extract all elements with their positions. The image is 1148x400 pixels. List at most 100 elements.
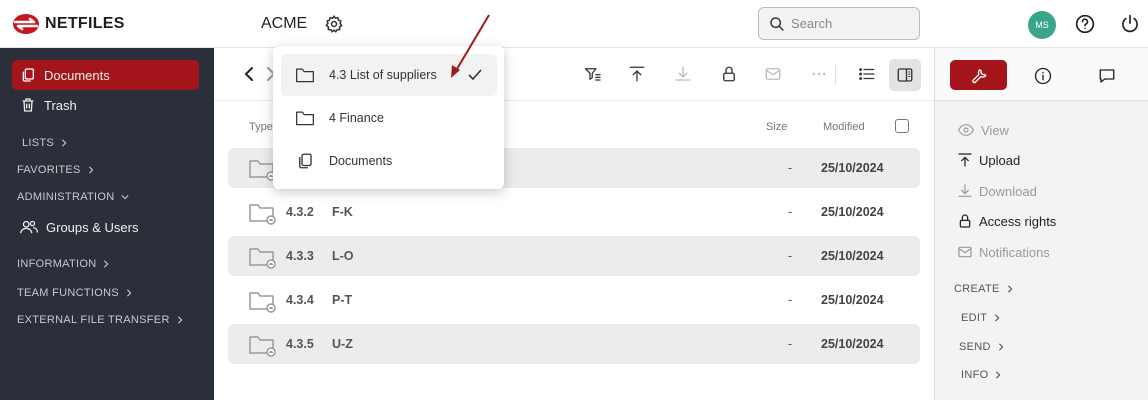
mail-icon[interactable]: [764, 65, 782, 83]
folder-notification-icon: [249, 336, 276, 357]
lock-icon[interactable]: [720, 65, 738, 83]
help-icon[interactable]: [1075, 14, 1095, 34]
view-action[interactable]: View: [957, 122, 1009, 138]
table-row[interactable]: 4.3.3 L-O - 25/10/2024: [228, 236, 920, 276]
filter-icon[interactable]: [584, 65, 602, 83]
chevron-right-icon: [62, 139, 67, 147]
section-label: INFORMATION: [17, 258, 97, 270]
more-icon[interactable]: [810, 65, 828, 83]
sidebar: Documents Trash LISTS FAVORITES ADMINIST…: [0, 48, 214, 400]
section-label: LISTS: [22, 137, 55, 149]
mail-icon: [958, 246, 972, 258]
sidebar-item-groups-users[interactable]: Groups & Users: [12, 212, 199, 242]
section-label: TEAM FUNCTIONS: [17, 287, 119, 299]
logo[interactable]: NETFILES: [12, 13, 125, 35]
section-label: CREATE: [954, 283, 1000, 295]
section-label: FAVORITES: [17, 164, 81, 176]
column-type[interactable]: Type: [249, 121, 273, 133]
sidebar-item-documents[interactable]: Documents: [12, 60, 199, 90]
sidebar-item-label: Documents: [44, 67, 110, 83]
tab-info[interactable]: [1034, 67, 1052, 85]
row-size: -: [788, 293, 793, 307]
company-name[interactable]: ACME: [261, 15, 307, 33]
section-send[interactable]: SEND: [959, 341, 1005, 353]
table-row[interactable]: 4.3.5 U-Z - 25/10/2024: [228, 324, 920, 364]
column-size[interactable]: Size: [766, 121, 787, 133]
search-box[interactable]: [758, 7, 920, 40]
upload-icon[interactable]: [628, 65, 646, 83]
action-label: Access rights: [979, 213, 1057, 229]
back-icon[interactable]: [242, 66, 256, 82]
documents-icon: [299, 153, 312, 169]
table-row[interactable]: 4.3.2 F-K - 25/10/2024: [228, 192, 920, 232]
row-size: -: [788, 205, 793, 219]
action-label: Notifications: [979, 244, 1050, 260]
row-modified: 25/10/2024: [821, 205, 884, 219]
row-size: -: [788, 249, 793, 263]
access-rights-action[interactable]: Access rights: [957, 213, 1056, 229]
dropdown-item-finance[interactable]: 4 Finance: [281, 97, 497, 139]
sidebar-section-team-functions[interactable]: TEAM FUNCTIONS: [17, 287, 133, 299]
wrench-icon: [971, 69, 986, 84]
dropdown-item-label: 4 Finance: [329, 111, 384, 125]
upload-icon: [958, 153, 972, 167]
sidebar-section-external-file-transfer[interactable]: EXTERNAL FILE TRANSFER: [17, 314, 184, 326]
tab-tools[interactable]: [950, 60, 1007, 90]
search-icon: [770, 16, 784, 31]
table-row[interactable]: 4.3.4 P-T - 25/10/2024: [228, 280, 920, 320]
chevron-right-icon: [104, 260, 109, 268]
tab-comments[interactable]: [1098, 67, 1116, 85]
row-modified: 25/10/2024: [821, 161, 884, 175]
action-label: View: [981, 122, 1009, 138]
dropdown-item-documents[interactable]: Documents: [281, 140, 497, 182]
sidebar-section-information[interactable]: INFORMATION: [17, 258, 110, 270]
eye-icon: [958, 124, 974, 136]
upload-action[interactable]: Upload: [957, 152, 1020, 168]
chevron-right-icon: [998, 343, 1004, 351]
users-icon: [20, 220, 38, 234]
sidebar-section-administration[interactable]: ADMINISTRATION: [17, 191, 129, 203]
section-create[interactable]: CREATE: [954, 283, 1014, 295]
section-edit[interactable]: EDIT: [961, 312, 1001, 324]
row-name: P-T: [332, 293, 353, 307]
avatar[interactable]: MS: [1028, 11, 1056, 39]
right-panel-tabs: [935, 48, 1148, 101]
sidebar-section-lists[interactable]: LISTS: [22, 137, 68, 149]
dropdown-item-label: 4.3 List of suppliers: [329, 68, 437, 82]
gear-icon[interactable]: [324, 14, 344, 34]
chevron-right-icon: [996, 371, 1001, 379]
netfiles-logo-icon: [13, 14, 39, 34]
row-size: -: [788, 337, 793, 351]
panel-toggle-button[interactable]: [889, 59, 921, 91]
comment-icon: [1099, 69, 1115, 83]
section-info[interactable]: INFO: [961, 369, 1002, 381]
sidebar-item-label: Trash: [44, 97, 77, 113]
power-icon[interactable]: [1120, 14, 1140, 34]
row-number: 4.3.3: [286, 249, 314, 263]
lock-icon: [959, 214, 971, 228]
download-action[interactable]: Download: [957, 183, 1037, 199]
annotation-arrow-icon: [451, 14, 490, 78]
chevron-right-icon: [177, 316, 183, 324]
folder-notification-icon: [249, 248, 276, 269]
section-label: EDIT: [961, 312, 988, 324]
sidebar-item-trash[interactable]: Trash: [12, 90, 199, 120]
documents-icon: [22, 68, 34, 82]
chevron-down-icon: [120, 195, 129, 200]
column-modified[interactable]: Modified: [823, 121, 865, 133]
notifications-action[interactable]: Notifications: [957, 244, 1050, 260]
top-bar: NETFILES ACME MS: [0, 0, 1148, 48]
search-input[interactable]: [791, 16, 911, 31]
section-label: SEND: [959, 341, 991, 353]
select-all-checkbox[interactable]: [895, 119, 909, 133]
folder-icon: [296, 111, 314, 126]
right-panel: View Upload Download Access rights Notif…: [934, 48, 1148, 400]
logo-text: NETFILES: [45, 15, 125, 32]
dropdown-item-label: Documents: [329, 154, 393, 168]
list-view-icon[interactable]: [858, 65, 876, 83]
row-modified: 25/10/2024: [821, 293, 884, 307]
toolbar-divider: [835, 65, 836, 85]
sidebar-section-favorites[interactable]: FAVORITES: [17, 164, 95, 176]
row-size: -: [788, 161, 793, 175]
download-icon[interactable]: [674, 65, 692, 83]
